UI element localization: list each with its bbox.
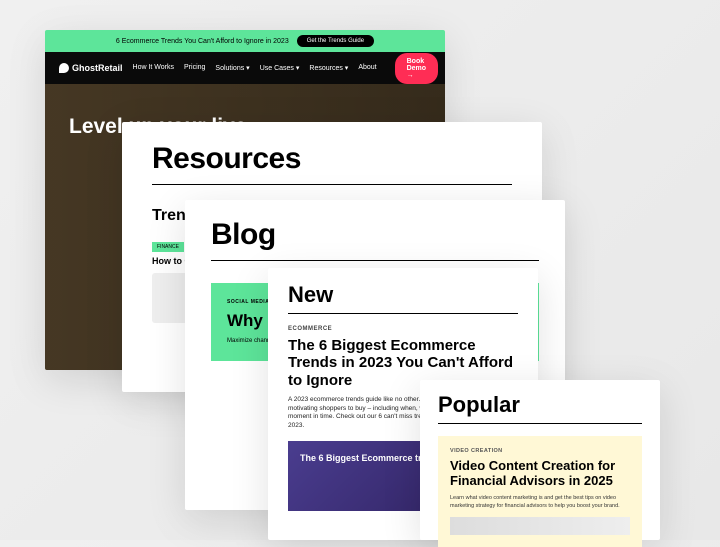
article-desc: Learn what video content marketing is an… <box>450 495 630 510</box>
nav-link[interactable]: Use Cases ▾ <box>260 64 300 72</box>
nav-link[interactable]: Pricing <box>184 64 205 72</box>
nav-link[interactable]: Solutions ▾ <box>215 64 249 72</box>
nav-link[interactable]: How It Works <box>133 64 175 72</box>
page-title: Resources <box>152 142 512 176</box>
nav-link[interactable]: Resources ▾ <box>309 64 348 72</box>
divider <box>438 423 642 424</box>
nav-links: How It Works Pricing Solutions ▾ Use Cas… <box>133 64 377 72</box>
category-tag: ECOMMERCE <box>288 326 518 332</box>
nav-link[interactable]: About <box>358 64 376 72</box>
category-tag: VIDEO CREATION <box>450 448 630 454</box>
announcement-text: 6 Ecommerce Trends You Can't Afford to I… <box>116 38 289 45</box>
category-tag: FINANCE <box>152 242 184 252</box>
announcement-bar: 6 Ecommerce Trends You Can't Afford to I… <box>45 30 445 52</box>
popular-card: Popular VIDEO CREATION Video Content Cre… <box>420 380 660 540</box>
article-thumbnail <box>450 517 630 535</box>
divider <box>211 260 539 261</box>
book-demo-button[interactable]: Book Demo → <box>395 53 438 84</box>
logo[interactable]: GhostRetail <box>59 63 123 73</box>
featured-block[interactable]: VIDEO CREATION Video Content Creation fo… <box>438 436 642 547</box>
main-nav: GhostRetail How It Works Pricing Solutio… <box>45 52 445 84</box>
section-heading: New <box>288 282 518 308</box>
section-heading: Popular <box>438 392 642 418</box>
page-title: Blog <box>211 218 539 252</box>
divider <box>152 184 512 185</box>
announcement-cta[interactable]: Get the Trends Guide <box>297 35 374 47</box>
divider <box>288 313 518 314</box>
article-title: Video Content Creation for Financial Adv… <box>450 459 630 489</box>
